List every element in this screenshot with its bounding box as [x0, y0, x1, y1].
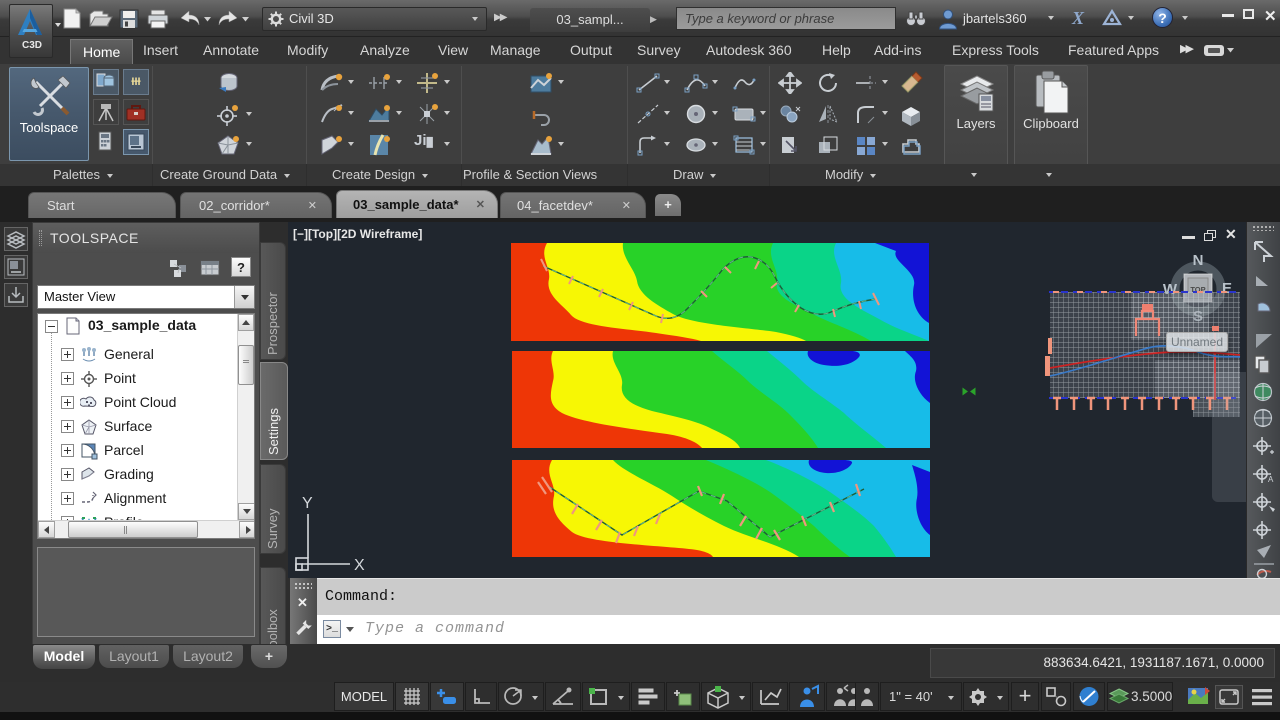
- svg-text:Y: Y: [302, 495, 313, 512]
- svg-text:X: X: [354, 557, 365, 574]
- svg-text:A: A: [1268, 475, 1274, 484]
- svg-text:N: N: [1193, 252, 1204, 269]
